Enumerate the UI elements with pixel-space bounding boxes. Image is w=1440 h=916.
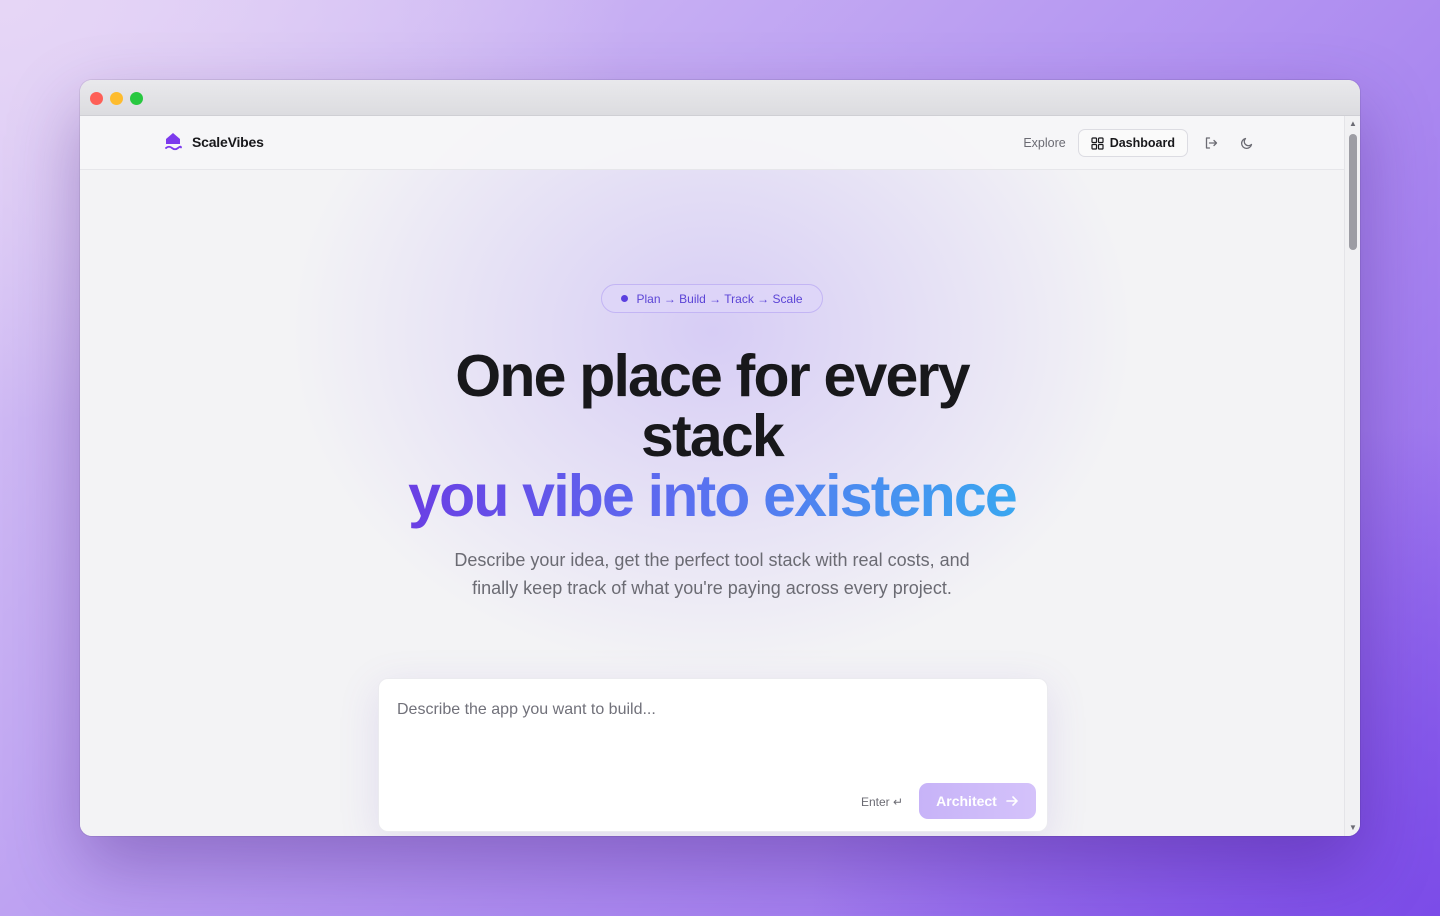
workflow-pill: Plan → Build → Track → Scale	[601, 284, 823, 313]
vertical-scrollbar[interactable]: ▲ ▼	[1344, 116, 1360, 836]
moon-icon	[1240, 137, 1253, 150]
logout-button[interactable]	[1198, 130, 1224, 156]
dashboard-button[interactable]: Dashboard	[1077, 129, 1188, 157]
headline-gradient-text: you vibe into existence	[408, 463, 1018, 529]
dashboard-label: Dashboard	[1109, 136, 1175, 150]
prompt-composer: Enter ↵ Architect	[378, 678, 1048, 832]
scroll-down-arrow-icon[interactable]: ▼	[1348, 823, 1358, 833]
house-wave-icon	[165, 133, 182, 151]
page-viewport: ScaleVibes Explore Dashboard Plan → Buil…	[80, 116, 1344, 836]
window-titlebar	[80, 80, 1360, 116]
app-description-input[interactable]	[397, 701, 1027, 719]
arrow-right-icon	[1006, 796, 1018, 806]
scroll-up-arrow-icon[interactable]: ▲	[1348, 119, 1358, 129]
headline-line-1: One place for every	[455, 343, 970, 409]
architect-label: Architect	[936, 793, 997, 809]
theme-toggle-button[interactable]	[1234, 130, 1260, 156]
hero-subheadline: Describe your idea, get the perfect tool…	[454, 550, 970, 598]
top-navbar: ScaleVibes Explore Dashboard	[80, 116, 1344, 170]
brand-logo-link[interactable]: ScaleVibes	[164, 132, 264, 152]
dashboard-grid-icon	[1091, 136, 1104, 150]
scrollbar-thumb[interactable]	[1349, 134, 1357, 250]
browser-window: ScaleVibes Explore Dashboard Plan → Buil…	[80, 80, 1360, 836]
maximize-window-button[interactable]	[130, 92, 143, 105]
nav-actions: Explore Dashboard	[1021, 129, 1260, 157]
minimize-window-button[interactable]	[110, 92, 123, 105]
brand-name: ScaleVibes	[192, 134, 264, 150]
explore-link[interactable]: Explore	[1021, 131, 1067, 155]
close-window-button[interactable]	[90, 92, 103, 105]
logout-icon	[1205, 137, 1218, 149]
headline-line-3: you vibe into existence	[80, 466, 1344, 526]
architect-button[interactable]: Architect	[919, 783, 1036, 819]
enter-shortcut-hint: Enter ↵	[861, 795, 904, 809]
pill-text: Plan → Build → Track → Scale	[636, 291, 803, 306]
headline-line-2: stack	[641, 403, 785, 469]
pill-dot-icon	[621, 295, 629, 302]
